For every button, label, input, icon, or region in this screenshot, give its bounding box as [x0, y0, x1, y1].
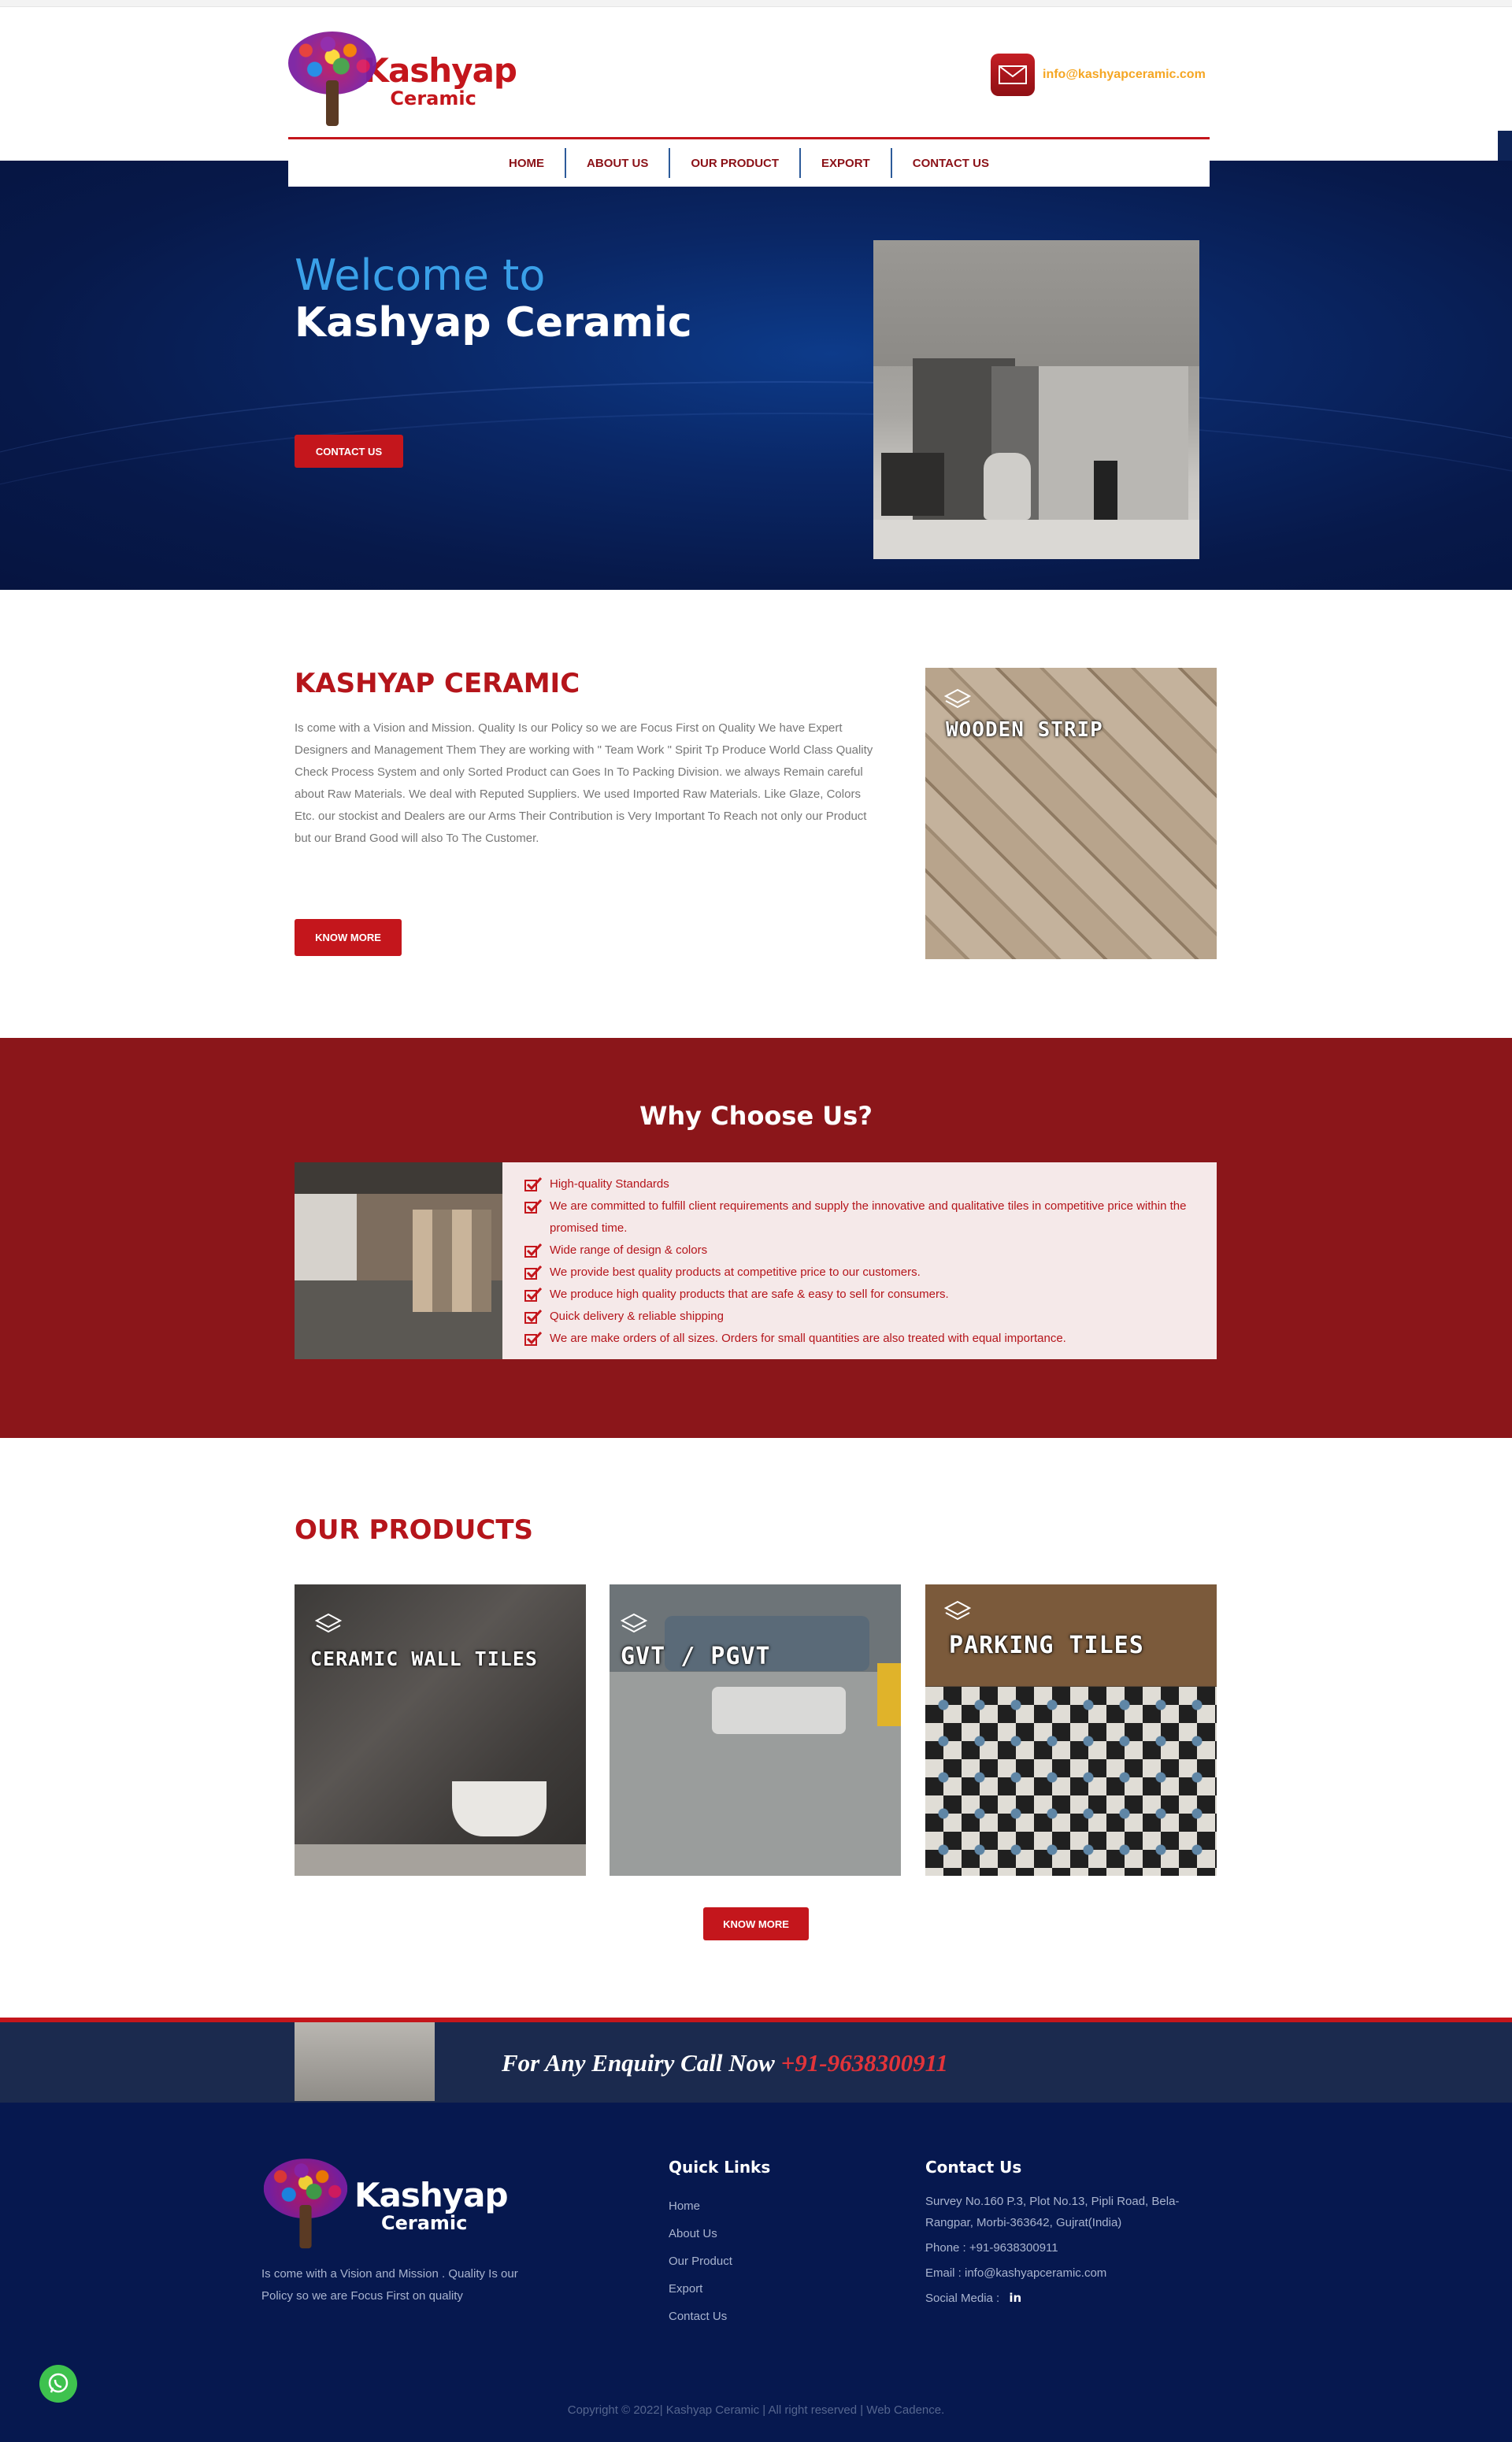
enquiry-label: For Any Enquiry Call Now: [502, 2049, 775, 2077]
contact-us-button[interactable]: CONTACT US: [295, 435, 403, 468]
enquiry-phone-link[interactable]: +91-9638300911: [781, 2049, 948, 2077]
contact-social: Social Media : in: [925, 2288, 1193, 2309]
tree-logo-icon: [288, 31, 376, 130]
products-know-more-button[interactable]: KNOW MORE: [703, 1907, 809, 1940]
check-icon: [524, 1195, 542, 1217]
enquiry-image: [295, 2022, 435, 2101]
footer-brand-name: Kashyap: [354, 2175, 509, 2214]
why-title: Why Choose Us?: [639, 1101, 873, 1131]
page: Kashyap Ceramic info@kashyapceramic.com …: [0, 0, 1512, 2442]
nav-home[interactable]: HOME: [488, 148, 565, 178]
contact-title: Contact Us: [925, 2158, 1022, 2177]
tree-logo-icon: [263, 2159, 348, 2252]
about-title: KASHYAP CERAMIC: [295, 668, 580, 699]
product-label: PARKING TILES: [949, 1632, 1144, 1659]
hero-banner: Welcome to Kashyap Ceramic CONTACT US: [0, 161, 1512, 590]
header-email[interactable]: info@kashyapceramic.com: [991, 54, 1206, 96]
why-item: Quick delivery & reliable shipping: [524, 1306, 1195, 1328]
why-choose-section: Why Choose Us? High-quality Standards We…: [0, 1038, 1512, 1438]
product-card-gvt-pgvt[interactable]: GVT / PGVT: [610, 1584, 901, 1876]
layers-icon: [315, 1613, 342, 1633]
quick-links: Home About Us Our Product Export Contact…: [669, 2192, 732, 2330]
check-icon: [524, 1173, 542, 1195]
about-know-more-button[interactable]: KNOW MORE: [295, 919, 402, 956]
nav-product[interactable]: OUR PRODUCT: [669, 148, 799, 178]
why-item: Wide range of design & colors: [524, 1240, 1195, 1262]
check-icon: [524, 1328, 542, 1350]
social-label: Social Media :: [925, 2292, 1000, 2305]
layers-icon: [944, 688, 971, 709]
hero-welcome: Welcome to: [295, 250, 546, 300]
footer-link-contact[interactable]: Contact Us: [669, 2303, 732, 2330]
whatsapp-icon[interactable]: [39, 2365, 77, 2403]
enquiry-text: For Any Enquiry Call Now +91-9638300911: [502, 2049, 948, 2077]
footer-link-about[interactable]: About Us: [669, 2220, 732, 2247]
why-list: High-quality Standards We are committed …: [502, 1162, 1217, 1359]
footer-link-product[interactable]: Our Product: [669, 2247, 732, 2275]
brand-name: Kashyap: [363, 50, 517, 90]
edge-strip: [1498, 131, 1512, 161]
layers-icon: [944, 1600, 971, 1621]
main-nav: HOME ABOUT US OUR PRODUCT EXPORT CONTACT…: [288, 137, 1210, 187]
nav-export[interactable]: EXPORT: [799, 148, 891, 178]
layers-icon: [621, 1613, 647, 1633]
contact-address: Survey No.160 P.3, Plot No.13, Pipli Roa…: [925, 2195, 1180, 2229]
product-card-parking-tiles[interactable]: PARKING TILES: [925, 1584, 1217, 1876]
hero-tiles-image: [873, 240, 1199, 559]
why-item: We are make orders of all sizes. Orders …: [524, 1328, 1195, 1350]
product-card-ceramic-wall[interactable]: CERAMIC WALL TILES: [295, 1584, 586, 1876]
mail-icon: [991, 54, 1035, 96]
brand-sub: Ceramic: [390, 87, 476, 109]
about-text: Is come with a Vision and Mission. Quali…: [295, 721, 873, 845]
product-label: GVT / PGVT: [621, 1643, 771, 1670]
check-icon: [524, 1240, 542, 1262]
site-footer: Kashyap Ceramic Is come with a Vision an…: [0, 2103, 1512, 2442]
top-bar: [0, 0, 1512, 7]
hero-title: Kashyap Ceramic: [295, 299, 692, 346]
contact-email[interactable]: Email : info@kashyapceramic.com: [925, 2262, 1193, 2284]
quick-links-title: Quick Links: [669, 2158, 771, 2177]
why-item: High-quality Standards: [524, 1173, 1195, 1195]
copyright: Copyright © 2022| Kashyap Ceramic | All …: [567, 2403, 945, 2417]
footer-logo[interactable]: Kashyap Ceramic: [261, 2156, 509, 2255]
nav-about[interactable]: ABOUT US: [565, 148, 669, 178]
brand-logo[interactable]: Kashyap Ceramic: [288, 31, 517, 130]
wooden-strip-label: WOODEN STRIP: [946, 718, 1103, 742]
check-icon: [524, 1306, 542, 1328]
footer-link-export[interactable]: Export: [669, 2275, 732, 2303]
why-item: We produce high quality products that ar…: [524, 1284, 1195, 1306]
wooden-strip-card[interactable]: WOODEN STRIP: [925, 668, 1217, 959]
footer-about: Is come with a Vision and Mission . Qual…: [261, 2267, 518, 2303]
why-item: We provide best quality products at comp…: [524, 1262, 1195, 1284]
contact-info: Survey No.160 P.3, Plot No.13, Pipli Roa…: [925, 2191, 1193, 2313]
products-title: OUR PRODUCTS: [295, 1514, 533, 1546]
check-icon: [524, 1262, 542, 1284]
check-icon: [524, 1284, 542, 1306]
footer-brand-sub: Ceramic: [381, 2211, 468, 2234]
contact-phone[interactable]: Phone : +91-9638300911: [925, 2237, 1193, 2259]
linkedin-icon[interactable]: in: [1009, 2291, 1021, 2305]
product-label: CERAMIC WALL TILES: [310, 1647, 538, 1670]
header-email-text[interactable]: info@kashyapceramic.com: [1043, 68, 1206, 82]
why-item: We are committed to fulfill client requi…: [524, 1195, 1195, 1240]
enquiry-band: For Any Enquiry Call Now +91-9638300911: [0, 2018, 1512, 2103]
nav-contact[interactable]: CONTACT US: [890, 148, 1010, 178]
footer-link-home[interactable]: Home: [669, 2192, 732, 2220]
why-interior-image: [295, 1162, 502, 1359]
